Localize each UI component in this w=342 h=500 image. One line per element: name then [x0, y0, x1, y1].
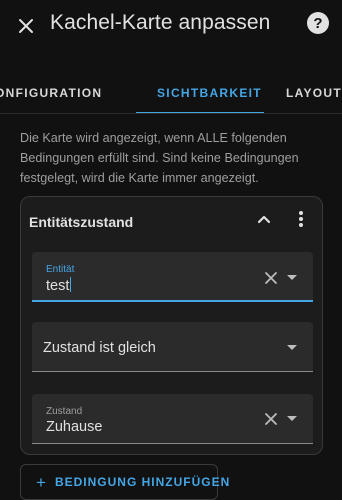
tab-bar: KONFIGURATION SICHTBARKEIT LAYOUT [0, 72, 342, 114]
dropdown-arrow-icon[interactable] [286, 344, 298, 352]
state-field[interactable]: Zustand Zuhause [32, 394, 313, 444]
state-field-value[interactable]: Zuhause [46, 419, 102, 435]
text-cursor [70, 277, 72, 292]
plus-icon: + [36, 472, 46, 492]
condition-menu-button[interactable] [291, 209, 311, 229]
collapse-button[interactable] [254, 209, 274, 229]
card-editor-dialog: Kachel-Karte anpassen ? KONFIGURATION SI… [0, 0, 342, 500]
chevron-up-icon [257, 215, 271, 224]
operator-select[interactable]: Zustand ist gleich [32, 322, 313, 372]
close-button[interactable] [12, 12, 40, 40]
tab-layout[interactable]: LAYOUT [286, 86, 342, 100]
entity-field[interactable]: Entität test [32, 252, 313, 302]
condition-card: Entitätszustand Entität test Zustand ist… [20, 196, 323, 455]
clear-icon[interactable] [264, 271, 278, 285]
dropdown-arrow-icon[interactable] [286, 274, 298, 282]
entity-field-label: Entität [46, 264, 75, 275]
dialog-title: Kachel-Karte anpassen [50, 11, 271, 34]
visibility-description: Die Karte wird angezeigt, wenn ALLE folg… [20, 131, 299, 185]
add-condition-label: BEDINGUNG HINZUFÜGEN [54, 475, 231, 489]
more-vertical-icon [299, 211, 303, 227]
entity-field-value[interactable]: test [46, 277, 72, 294]
add-condition-button[interactable]: + BEDINGUNG HINZUFÜGEN [20, 464, 229, 500]
dropdown-arrow-icon[interactable] [286, 415, 298, 423]
help-icon: ? [313, 14, 323, 32]
tab-visibility[interactable]: SICHTBARKEIT [157, 86, 262, 100]
dialog-header: Kachel-Karte anpassen ? [0, 0, 342, 52]
tab-configuration[interactable]: KONFIGURATION [0, 86, 102, 100]
help-button[interactable]: ? [307, 12, 329, 34]
operator-select-value: Zustand ist gleich [43, 340, 156, 356]
close-icon [19, 19, 33, 33]
active-tab-indicator [136, 112, 264, 113]
condition-title: Entitätszustand [29, 214, 134, 230]
clear-icon[interactable] [264, 412, 278, 426]
state-field-label: Zustand [46, 406, 83, 417]
